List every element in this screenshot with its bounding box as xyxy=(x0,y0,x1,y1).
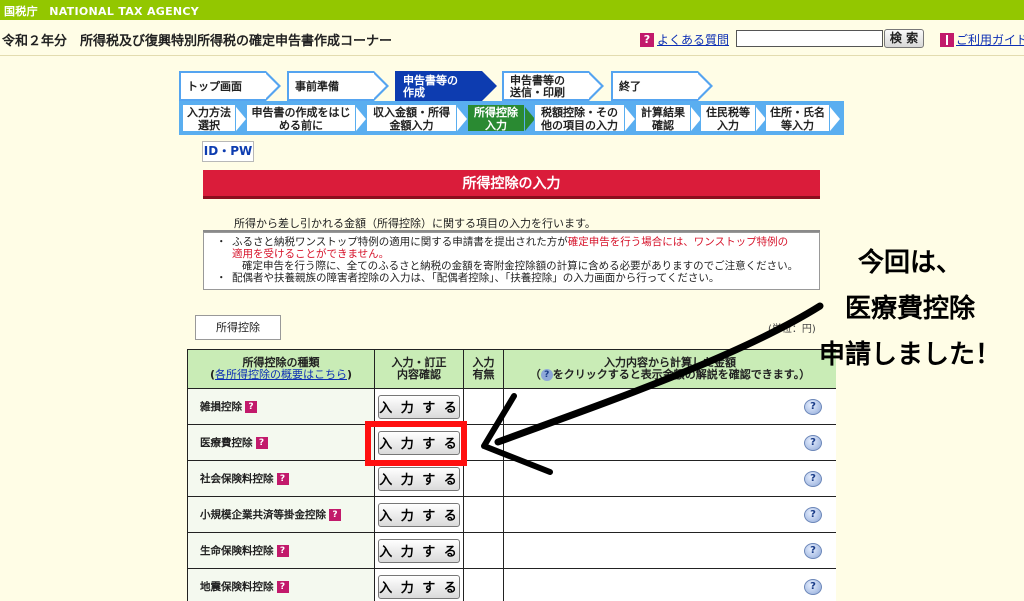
notice-item-cont: 適用を受けることができません。 xyxy=(212,248,811,260)
header: 令和２年分 所得税及び復興特別所得税の確定申告書作成コーナー ? よくある質問 … xyxy=(0,20,1024,56)
deduction-name-cell: 雑損控除? xyxy=(187,388,375,425)
question-icon[interactable]: ? xyxy=(255,437,268,449)
question-icon: ? xyxy=(640,32,654,47)
substep-income[interactable]: 収入金額・所得 金額入力 xyxy=(366,104,467,132)
question-icon[interactable]: ? xyxy=(276,581,289,593)
table-row: 生命保険料控除? 入 力 す る ? xyxy=(187,532,836,569)
deduction-name-cell: 生命保険料控除? xyxy=(187,532,375,569)
enter-button[interactable]: 入 力 す る xyxy=(378,502,460,527)
table-row: 小規模企業共済等掛金控除? 入 力 す る ? xyxy=(187,496,836,533)
step-finish[interactable]: 終了 xyxy=(611,71,713,101)
help-icon[interactable]: ? xyxy=(804,506,822,523)
book-icon xyxy=(940,32,954,47)
bullet: ・ xyxy=(216,236,227,248)
step-label: 終了 xyxy=(619,80,641,93)
substep-label: 収入金額・所得 xyxy=(373,106,450,119)
step-label: 送信・印刷 xyxy=(510,86,565,99)
step-top[interactable]: トップ画面 xyxy=(179,71,281,101)
enter-button[interactable]: 入 力 す る xyxy=(378,466,460,491)
substep-address[interactable]: 住所・氏名 等入力 xyxy=(765,104,840,132)
substep-input-method[interactable]: 入力方法 選択 xyxy=(182,104,246,132)
substep-label: 選択 xyxy=(198,119,220,132)
substep-label: める前に xyxy=(279,119,323,132)
substep-label: 住民税等 xyxy=(706,106,750,119)
search-input[interactable] xyxy=(736,30,883,47)
substep-result[interactable]: 計算結果 確認 xyxy=(635,104,701,132)
notice-item: ・ 配偶者や扶養親族の障害者控除の入力は、「配偶者控除」、「扶養控除」の入力画面… xyxy=(212,272,811,284)
substep-label: 税額控除・その xyxy=(541,106,618,119)
guide[interactable]: ご利用ガイド xyxy=(940,31,1024,48)
substep-label: 確認 xyxy=(652,119,674,132)
notice-box: ・ ふるさと納税ワンストップ特例の適用に関する申請書を提出された方が確定申告を行… xyxy=(203,232,820,290)
deduction-name-cell: 医療費控除? xyxy=(187,424,375,461)
enter-button[interactable]: 入 力 す る xyxy=(378,574,460,599)
question-icon[interactable]: ? xyxy=(276,473,289,485)
enter-button[interactable]: 入 力 す る xyxy=(378,394,460,419)
step-label: 作成 xyxy=(403,86,425,99)
question-icon[interactable]: ? xyxy=(329,509,341,521)
deduction-name-cell: 地震保険料控除? xyxy=(187,568,375,601)
substep-before-start[interactable]: 申告書の作成をはじ める前に xyxy=(246,104,366,132)
deduction-overview-link[interactable]: 各所得控除の概要はこちら xyxy=(215,368,347,381)
step-create[interactable]: 申告書等の 作成 xyxy=(395,71,497,101)
substep-label: 入力 xyxy=(485,119,507,132)
notice-text: 配偶者や扶養親族の障害者控除の入力は、「配偶者控除」、「扶養控除」の入力画面から… xyxy=(232,272,720,284)
substep-resident-tax[interactable]: 住民税等 入力 xyxy=(700,104,766,132)
help-icon[interactable]: ? xyxy=(804,578,822,595)
annotation-arrow xyxy=(481,302,824,475)
substep-label: 住所・氏名 xyxy=(770,106,825,119)
notice-item-cont: 確定申告を行う際に、全てのふるさと納税の金額を寄附金控除額の計算に含める必要があ… xyxy=(212,260,811,272)
step-send-print[interactable]: 申告書等の 送信・印刷 xyxy=(502,71,604,101)
page-title: 令和２年分 所得税及び復興特別所得税の確定申告書作成コーナー xyxy=(2,34,393,49)
deduction-name-cell: 社会保険料控除? xyxy=(187,460,375,497)
intro-text: 所得から差し引かれる金額（所得控除）に関する項目の入力を行います。 xyxy=(234,217,596,230)
enter-button[interactable]: 入 力 す る xyxy=(378,538,460,563)
input-status-cell xyxy=(463,496,504,533)
search-button[interactable]: 検 索 xyxy=(884,29,924,48)
input-status-cell xyxy=(463,568,504,601)
input-status-cell xyxy=(463,532,504,569)
annotation-line: 医療費控除 xyxy=(844,294,975,324)
notice-text: 確定申告を行う際に、全てのふるさと納税の金額を寄附金控除額の計算に含める必要があ… xyxy=(242,260,799,272)
section-title: 所得控除の入力 xyxy=(203,170,820,199)
highlight-box xyxy=(365,421,467,466)
agency-name[interactable]: 国税庁 NATIONAL TAX AGENCY xyxy=(4,3,199,19)
substep-label: 入力方法 xyxy=(187,106,231,119)
id-pw-button[interactable]: ID・PW xyxy=(202,141,254,162)
guide-link[interactable]: ご利用ガイド xyxy=(956,31,1024,48)
header-type: 所得控除の種類 (各所得控除の概要はこちら) xyxy=(187,349,375,389)
substep-tax-credit[interactable]: 税額控除・その 他の項目の入力 xyxy=(534,104,635,132)
substep-label: 他の項目の入力 xyxy=(541,119,618,132)
step-label: 事前準備 xyxy=(295,80,339,93)
step-label: トップ画面 xyxy=(187,80,242,93)
table-row: 地震保険料控除? 入 力 す る ? xyxy=(187,568,836,601)
question-icon[interactable]: ? xyxy=(245,401,257,413)
deduction-name-cell: 小規模企業共済等掛金控除? xyxy=(187,496,375,533)
notice-warning: 確定申告を行う場合には、ワンストップ特例の xyxy=(567,236,789,248)
header-entry: 入力・訂正 内容確認 xyxy=(374,349,464,389)
substep-label: 所得控除 xyxy=(474,106,518,119)
faq[interactable]: ? よくある質問 xyxy=(640,31,729,48)
substep-label: 入力 xyxy=(717,119,739,132)
notice-item: ・ ふるさと納税ワンストップ特例の適用に関する申請書を提出された方が確定申告を行… xyxy=(212,236,811,248)
deduction-section-label: 所得控除 xyxy=(195,315,281,340)
substep-label: 金額入力 xyxy=(389,119,434,132)
help-icon[interactable]: ? xyxy=(804,542,822,559)
substep-label: 等入力 xyxy=(781,119,814,132)
bullet: ・ xyxy=(216,272,227,284)
question-icon[interactable]: ? xyxy=(276,545,289,557)
annotation-line: 今回は、 xyxy=(857,248,962,278)
annotation-text: 今回は、 医療費控除 申請しました！ xyxy=(800,240,1020,378)
substep-label: 申告書の作成をはじ xyxy=(251,106,351,119)
notice-warning: 適用を受けることができません。 xyxy=(232,248,390,260)
agency-bar: 国税庁 NATIONAL TAX AGENCY xyxy=(0,0,1024,20)
faq-link[interactable]: よくある質問 xyxy=(657,31,729,48)
substep-deduction[interactable]: 所得控除 入力 xyxy=(467,104,535,132)
notice-text: ふるさと納税ワンストップ特例の適用に関する申請書を提出された方が xyxy=(232,236,568,248)
step-preparation[interactable]: 事前準備 xyxy=(287,71,389,101)
substep-label: 計算結果 xyxy=(641,106,685,119)
annotation-line: 申請しました！ xyxy=(818,340,1001,370)
